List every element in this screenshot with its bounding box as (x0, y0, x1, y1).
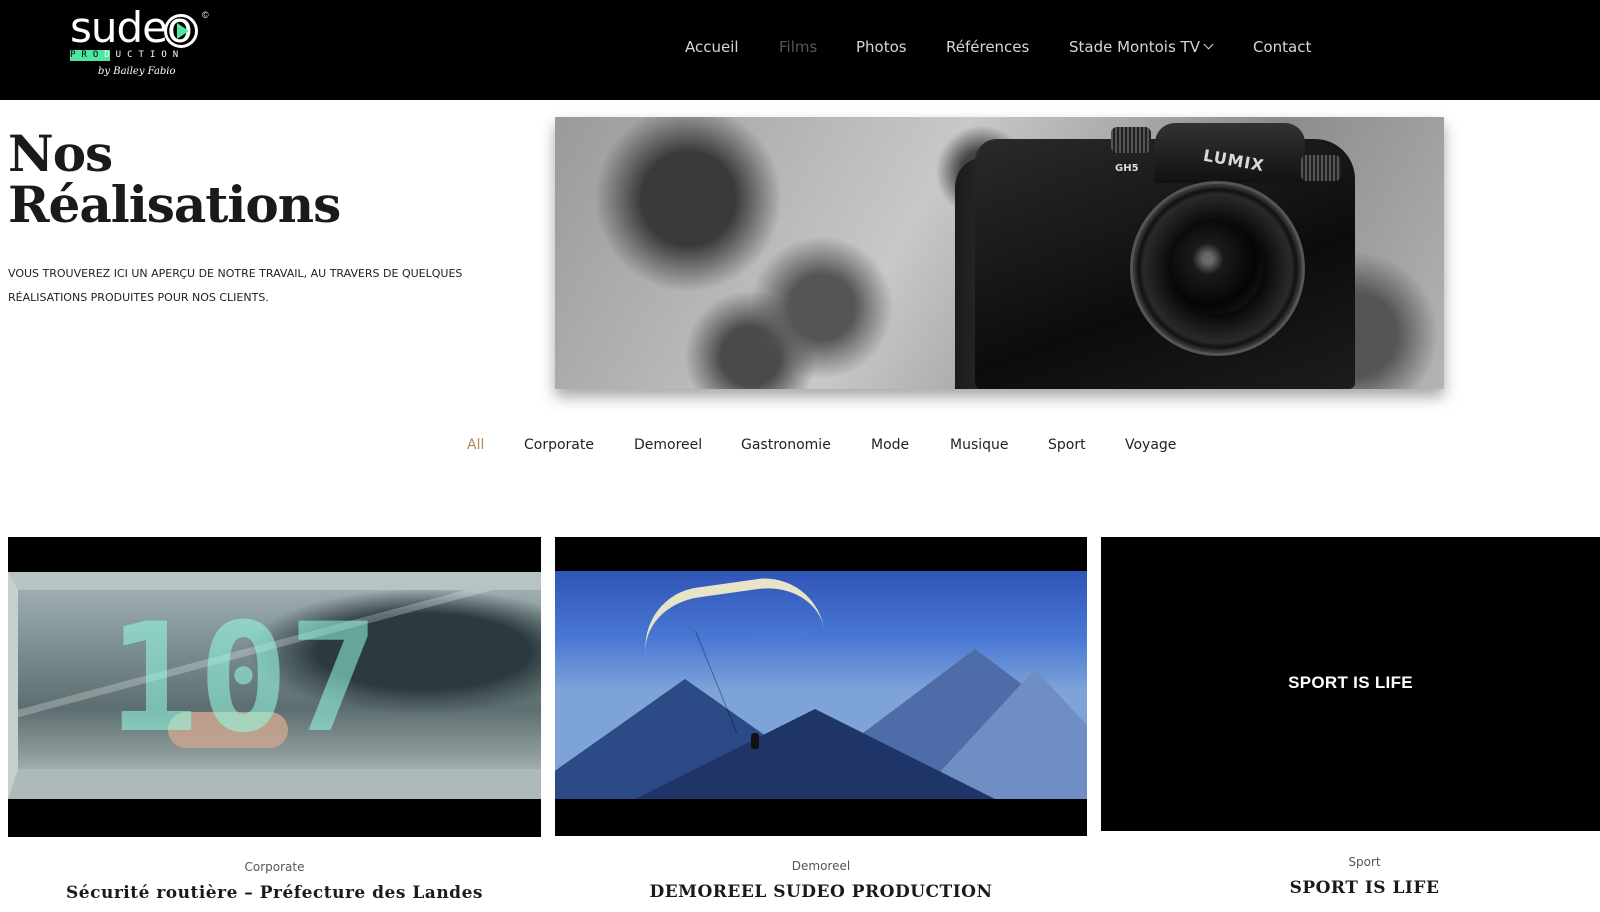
nav-item-films[interactable]: Films (779, 38, 817, 56)
main-nav: Accueil Films Photos Références Stade Mo… (0, 38, 1600, 60)
camera-dial-right (1301, 155, 1341, 181)
site-header: sudeo © PRODUCTION by Bailey Fabio Accue… (0, 0, 1600, 100)
card-category[interactable]: Demoreel (555, 859, 1087, 873)
camera-dial-left (1111, 127, 1151, 153)
filter-all[interactable]: All (467, 437, 484, 453)
chevron-down-icon (1203, 39, 1214, 50)
card-category[interactable]: Sport (1115, 855, 1600, 869)
filter-musique[interactable]: Musique (950, 437, 1009, 453)
car-driver-thumbnail: 107 (8, 572, 541, 799)
logo-signature: by Bailey Fabio (98, 66, 176, 77)
nav-item-photos[interactable]: Photos (856, 38, 907, 56)
card-thumbnail[interactable] (555, 537, 1087, 836)
page-title: Nos Réalisations (8, 128, 341, 230)
page-title-line2: Réalisations (8, 175, 341, 234)
category-filters: All Corporate Demoreel Gastronomie Mode … (0, 437, 1600, 459)
nav-item-contact[interactable]: Contact (1253, 38, 1311, 56)
filter-voyage[interactable]: Voyage (1125, 437, 1176, 453)
paraglider-pilot (751, 733, 759, 749)
lens-glass (1171, 222, 1263, 314)
paraglider-mountains-thumbnail (555, 570, 1087, 799)
card-title[interactable]: Sécurité routière – Préfecture des Lande… (8, 883, 541, 903)
nav-item-accueil[interactable]: Accueil (685, 38, 739, 56)
nav-item-references[interactable]: Références (946, 38, 1029, 56)
camera-lens (1130, 181, 1305, 356)
filter-gastronomie[interactable]: Gastronomie (741, 437, 831, 453)
card-thumbnail[interactable]: SPORT IS LIFE (1101, 537, 1600, 831)
filter-mode[interactable]: Mode (871, 437, 909, 453)
card-title[interactable]: SPORT IS LIFE (1115, 878, 1600, 898)
nav-item-label: Stade Montois TV (1069, 38, 1200, 56)
filter-demoreel[interactable]: Demoreel (634, 437, 702, 453)
mountain-foreground (635, 709, 995, 799)
card-thumbnail[interactable]: 107 (8, 537, 541, 837)
thumbnail-caption: SPORT IS LIFE (1288, 673, 1413, 692)
filter-corporate[interactable]: Corporate (524, 437, 594, 453)
card-category[interactable]: Corporate (8, 860, 541, 874)
card-title[interactable]: DEMOREEL SUDEO PRODUCTION (555, 882, 1087, 902)
intro-text: Vous trouverez ici un aperçu de notre tr… (8, 267, 463, 304)
camera-lumix-image: GH5 LUMIX (555, 117, 1444, 389)
nav-item-stade-montois-tv[interactable]: Stade Montois TV (1069, 38, 1214, 56)
filter-sport[interactable]: Sport (1048, 437, 1086, 453)
overlay-digits: 107 (108, 592, 379, 766)
camera-model-label: GH5 (1115, 163, 1139, 174)
paraglider-wing (637, 570, 825, 656)
copyright-mark: © (202, 10, 209, 20)
